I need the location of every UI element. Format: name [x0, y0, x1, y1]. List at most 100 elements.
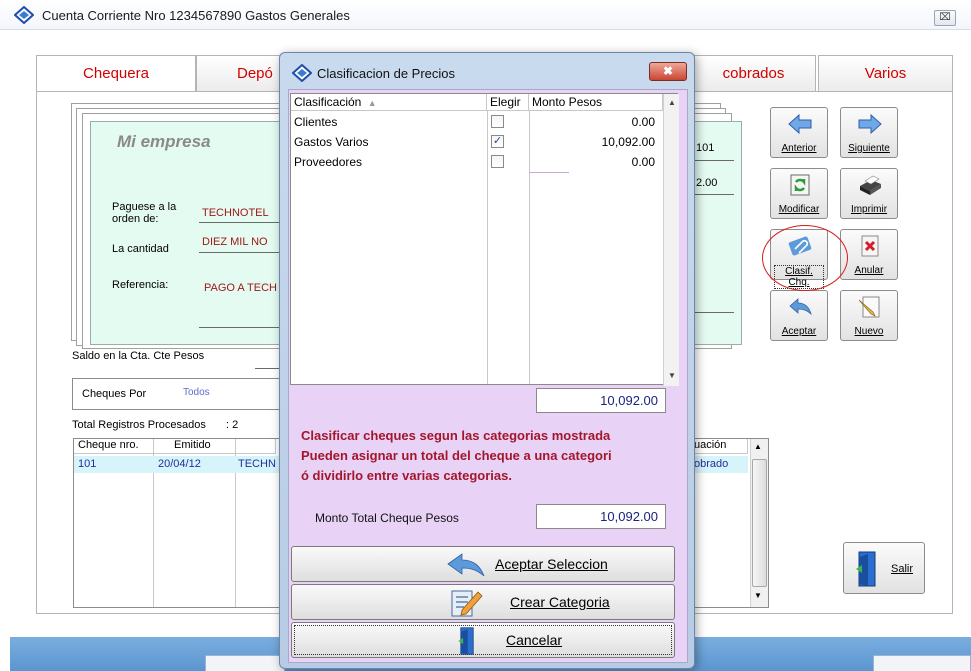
- imprimir-label: Imprimir: [850, 204, 888, 215]
- item-checkbox[interactable]: [491, 115, 504, 128]
- payee-label: Paguese a la orden de:: [112, 201, 177, 225]
- modificar-label: Modificar: [778, 204, 820, 215]
- dialog-close-button[interactable]: ✖: [649, 62, 687, 81]
- anterior-button[interactable]: Anterior: [770, 107, 828, 158]
- anterior-label: Anterior: [781, 143, 817, 154]
- tab-chequera[interactable]: Chequera: [36, 55, 196, 93]
- bottom-tab[interactable]: [873, 655, 971, 671]
- tab-depositos[interactable]: Depó: [196, 55, 286, 92]
- cancelar-button[interactable]: Cancelar: [291, 622, 675, 658]
- number-line: [694, 160, 734, 161]
- amount-label: La cantidad: [112, 243, 169, 255]
- exit-door-icon: [856, 551, 876, 587]
- balance-label: Saldo en la Cta. Cte Pesos: [72, 350, 205, 362]
- edit-document-icon: [451, 590, 483, 617]
- item-name: Clientes: [294, 115, 338, 129]
- scroll-up-icon[interactable]: ▲: [754, 442, 762, 451]
- amount-words: DIEZ MIL NO: [202, 236, 268, 248]
- dialog-body: Clasificación ▲ Elegir Monto Pesos Clien…: [288, 89, 688, 663]
- list-item[interactable]: Gastos Varios ✓ 10,092.00: [291, 133, 661, 152]
- scroll-down-icon[interactable]: ▼: [754, 591, 762, 600]
- info-line: Pueden asignar un total del cheque a una…: [301, 448, 612, 463]
- aceptar-seleccion-label: Aceptar Seleccion: [495, 556, 608, 572]
- refresh-document-icon: [790, 174, 810, 196]
- column-header[interactable]: [236, 439, 276, 454]
- reference-label: Referencia:: [112, 279, 169, 291]
- column-header[interactable]: uación: [692, 439, 748, 454]
- salir-button[interactable]: Salir: [843, 542, 925, 594]
- filter-value[interactable]: Todos: [183, 387, 210, 398]
- siguiente-label: Siguiente: [848, 143, 890, 154]
- column-header-label: Clasificación: [294, 95, 362, 109]
- item-amount: 0.00: [631, 155, 655, 169]
- total-label: Monto Total Cheque Pesos: [315, 511, 459, 525]
- total-field[interactable]: 10,092.00: [536, 504, 666, 529]
- subtotal-field: 10,092.00: [536, 388, 666, 413]
- aceptar-button[interactable]: Aceptar: [770, 290, 828, 341]
- column-header-monto[interactable]: Monto Pesos: [529, 94, 663, 111]
- curved-arrow-icon: [789, 298, 812, 316]
- grid-scrollbar[interactable]: ▲ ▼: [750, 439, 768, 607]
- column-header[interactable]: Emitido: [154, 439, 236, 454]
- balance-underline: [255, 368, 281, 369]
- crear-categoria-label: Crear Categoria: [510, 594, 610, 610]
- column-header-clasificacion[interactable]: Clasificación ▲: [291, 94, 487, 111]
- filter-box: Cheques Por Todos: [72, 378, 282, 410]
- arrow-left-icon: [788, 113, 812, 135]
- nuevo-label: Nuevo: [854, 326, 884, 337]
- row-separator: [529, 172, 569, 173]
- signature-line: [199, 327, 279, 328]
- column-header[interactable]: Cheque nro.: [74, 439, 154, 454]
- date-line: [694, 312, 734, 313]
- reference-value: PAGO A TECH: [204, 282, 277, 294]
- scroll-up-icon[interactable]: ▲: [668, 98, 676, 107]
- siguiente-button[interactable]: Siguiente: [840, 107, 898, 158]
- payee-value: TECHNOTEL: [202, 207, 269, 219]
- cell-payee: TECHN: [238, 458, 276, 470]
- info-text: Clasificar cheques segun las categorias …: [301, 426, 681, 486]
- salir-label: Salir: [891, 563, 914, 575]
- cheque-amount: 2.00: [696, 177, 718, 189]
- classification-list: Clasificación ▲ Elegir Monto Pesos Clien…: [290, 93, 679, 386]
- anular-button[interactable]: Anular: [840, 229, 898, 280]
- new-document-pencil-icon: [858, 296, 880, 318]
- records-count: : 2: [226, 419, 239, 431]
- amount-line: [199, 252, 279, 253]
- window-title: Cuenta Corriente Nro 1234567890 Gastos G…: [42, 8, 350, 23]
- column-divider: [153, 454, 154, 607]
- cell-cheque: 101: [78, 458, 97, 470]
- item-checkbox[interactable]: [491, 155, 504, 168]
- cell-emitido: 20/04/12: [158, 458, 201, 470]
- item-amount: 0.00: [631, 115, 655, 129]
- list-item[interactable]: Proveedores 0.00: [291, 153, 661, 172]
- app-diamond-icon: [292, 64, 312, 82]
- app-diamond-icon: [14, 6, 34, 24]
- tab-cobrados[interactable]: cobrados: [691, 55, 816, 92]
- arrow-right-icon: [858, 113, 882, 135]
- bottom-tab[interactable]: [205, 655, 285, 671]
- cheque-number: 101: [696, 142, 715, 154]
- clasificacion-dialog: Clasificacion de Precios ✖ Clasificación…: [279, 52, 695, 669]
- crear-categoria-button[interactable]: Crear Categoria: [291, 584, 675, 620]
- company-name: Mi empresa: [117, 132, 211, 151]
- aceptar-seleccion-button[interactable]: Aceptar Seleccion: [291, 546, 675, 582]
- scroll-thumb[interactable]: [752, 459, 767, 587]
- window-close-button[interactable]: ⌧: [934, 10, 956, 26]
- info-line: ó dividirlo entre varias categorias.: [301, 468, 512, 483]
- imprimir-button[interactable]: Imprimir: [840, 168, 898, 219]
- payee-line: [199, 222, 279, 223]
- scroll-down-icon[interactable]: ▼: [668, 371, 676, 380]
- item-checkbox-checked[interactable]: ✓: [491, 135, 504, 148]
- cancel-document-icon: [861, 235, 879, 257]
- tab-varios[interactable]: Varios: [818, 55, 953, 92]
- nuevo-button[interactable]: Nuevo: [840, 290, 898, 341]
- cancelar-label: Cancelar: [506, 632, 563, 648]
- curved-arrow-icon: [447, 553, 485, 577]
- column-header-elegir[interactable]: Elegir: [487, 94, 529, 111]
- list-scrollbar[interactable]: ▲ ▼: [663, 94, 679, 386]
- amount-number-line: [694, 194, 734, 195]
- item-name: Gastos Varios: [294, 135, 369, 149]
- list-item[interactable]: Clientes 0.00: [291, 113, 661, 132]
- highlight-circle: [762, 225, 848, 291]
- modificar-button[interactable]: Modificar: [770, 168, 828, 219]
